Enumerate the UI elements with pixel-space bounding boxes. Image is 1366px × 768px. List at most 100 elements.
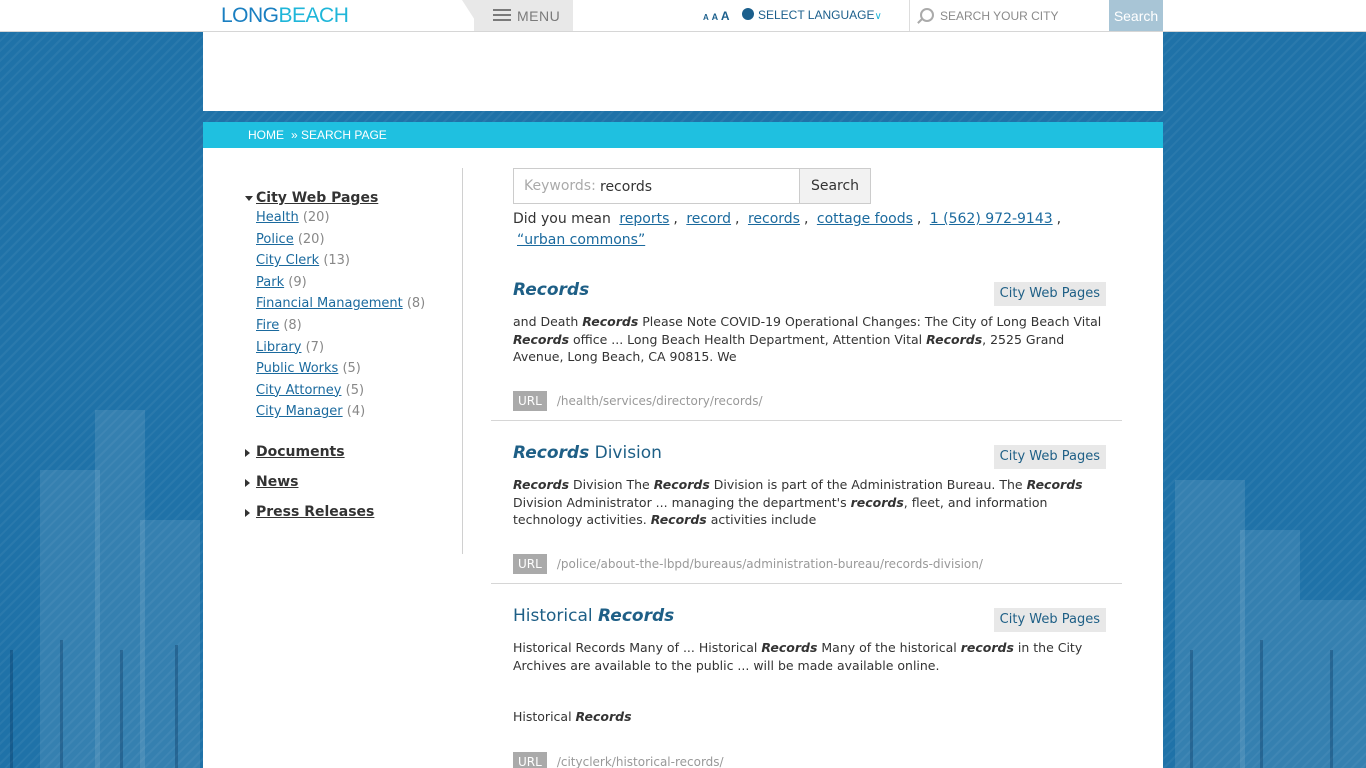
search-result: Records Division City Web Pages Records … — [491, 443, 1122, 584]
facet-item: City Clerk (13) — [256, 253, 350, 269]
suggestion-link[interactable]: “urban commons” — [517, 232, 645, 248]
highlighted-term: records — [960, 640, 1014, 655]
facet-sidebar: City Web Pages Health (20) Police (20) C… — [245, 190, 460, 534]
facet-heading-documents[interactable]: Documents — [245, 444, 460, 460]
highlighted-term: Records — [1026, 477, 1083, 492]
facet-item: Health (20) — [256, 210, 330, 225]
facet-group-news: News — [245, 474, 460, 490]
suggestion-link[interactable]: cottage foods — [817, 211, 913, 227]
sidebar-divider — [462, 168, 463, 554]
result-url-link[interactable]: /cityclerk/historical-records/ — [557, 755, 724, 768]
facet-item: Fire (8) — [256, 317, 302, 333]
result-snippet-secondary: Historical Records — [513, 709, 632, 724]
facet-item: Park (9) — [256, 274, 307, 290]
site-search-input[interactable] — [940, 6, 1105, 26]
result-category-tag[interactable]: City Web Pages — [993, 282, 1106, 306]
result-snippet: and Death Records Please Note COVID-19 O… — [513, 314, 1102, 364]
result-title[interactable]: Records Division — [513, 443, 662, 463]
caret-right-icon — [245, 508, 250, 517]
globe-icon — [742, 8, 754, 20]
result-url: URL/police/about-the-lbpd/bureaus/admini… — [513, 553, 983, 574]
facet-item: City Manager (4) — [256, 404, 366, 420]
long-beach-logo[interactable]: LONGBEACH — [221, 5, 349, 27]
facet-link-city-attorney[interactable]: City Attorney — [256, 383, 341, 398]
result-title[interactable]: Records — [513, 280, 589, 300]
facet-group-city-web-pages: City Web Pages Health (20) Police (20) C… — [245, 190, 460, 424]
url-label: URL — [513, 752, 547, 768]
facet-item: Financial Management (8) — [256, 296, 426, 312]
top-header: LONGBEACH MENU A A A SELECT LANGUAGE∨ Se… — [0, 0, 1366, 32]
highlighted-term: Records — [653, 477, 710, 492]
keyword-search-input[interactable] — [600, 177, 790, 197]
facet-link-health[interactable]: Health — [256, 210, 299, 225]
result-url-link[interactable]: /police/about-the-lbpd/bureaus/administr… — [557, 557, 983, 571]
result-category-tag[interactable]: City Web Pages — [993, 445, 1106, 469]
menu-button[interactable]: MENU — [462, 0, 573, 31]
url-label: URL — [513, 554, 547, 574]
highlighted-term: Records — [650, 512, 707, 527]
result-snippet: Records Division The Records Division is… — [513, 477, 1083, 527]
result-url-link[interactable]: /health/services/directory/records/ — [557, 394, 763, 408]
keyword-search-box: Keywords: — [513, 168, 800, 204]
facet-group-documents: Documents — [245, 444, 460, 460]
search-result: Historical Records City Web Pages Histor… — [491, 606, 1122, 768]
facet-heading-city-web-pages[interactable]: City Web Pages — [245, 190, 460, 206]
facet-item: Police (20) — [256, 231, 325, 247]
highlighted-term: Records — [582, 314, 639, 329]
result-snippet: Historical Records Many of ... Historica… — [513, 640, 1083, 673]
result-category-tag[interactable]: City Web Pages — [993, 608, 1106, 632]
facet-item: City Attorney (5) — [256, 382, 365, 398]
suggestion-link[interactable]: record — [686, 211, 731, 227]
facet-heading-news[interactable]: News — [245, 474, 460, 490]
site-search-button[interactable]: Search — [1109, 0, 1163, 31]
page-banner — [203, 32, 1163, 111]
hamburger-icon — [493, 9, 511, 21]
facet-link-library[interactable]: Library — [256, 340, 301, 355]
facet-group-press-releases: Press Releases — [245, 504, 460, 520]
result-url: URL/health/services/directory/records/ — [513, 390, 763, 411]
font-size-medium[interactable]: A — [712, 12, 719, 22]
suggestion-link[interactable]: reports — [619, 211, 669, 227]
facet-link-park[interactable]: Park — [256, 275, 284, 290]
did-you-mean-label: Did you mean — [513, 211, 611, 227]
highlighted-term: Records — [761, 640, 818, 655]
facet-heading-press-releases[interactable]: Press Releases — [245, 504, 460, 520]
highlighted-term: Records — [513, 331, 570, 347]
language-selector[interactable]: SELECT LANGUAGE∨ — [742, 8, 882, 22]
facet-link-city-clerk[interactable]: City Clerk — [256, 253, 319, 268]
facet-link-public-works[interactable]: Public Works — [256, 361, 338, 376]
suggestion-link[interactable]: records — [748, 211, 800, 227]
menu-label: MENU — [517, 8, 561, 24]
breadcrumb: HOME » SEARCH PAGE — [203, 122, 1163, 148]
suggestion-link[interactable]: 1 (562) 972-9143 — [930, 211, 1053, 227]
highlighted-term: Records — [513, 477, 570, 492]
language-label: SELECT LANGUAGE — [758, 8, 875, 22]
breadcrumb-home[interactable]: HOME — [248, 128, 284, 142]
result-url: URL/cityclerk/historical-records/ — [513, 751, 724, 768]
result-title[interactable]: Historical Records — [513, 606, 674, 626]
breadcrumb-current: » SEARCH PAGE — [291, 128, 387, 142]
caret-down-icon — [245, 196, 253, 201]
caret-right-icon — [245, 478, 250, 487]
did-you-mean: Did you mean reports, record, records, c… — [513, 211, 1062, 248]
main-content: City Web Pages Health (20) Police (20) C… — [203, 148, 1163, 768]
caret-right-icon — [245, 448, 250, 457]
site-search — [909, 0, 1109, 31]
facet-link-police[interactable]: Police — [256, 232, 294, 247]
keyword-search-button[interactable]: Search — [799, 168, 871, 204]
font-size-small[interactable]: A — [703, 13, 709, 22]
highlighted-term: Records — [926, 331, 983, 347]
highlighted-term: records — [850, 494, 904, 510]
keywords-label: Keywords: — [524, 178, 596, 194]
facet-item: Public Works (5) — [256, 361, 361, 377]
facet-link-financial-management[interactable]: Financial Management — [256, 296, 403, 311]
font-size-control[interactable]: A A A — [703, 9, 730, 23]
font-size-large[interactable]: A — [721, 9, 730, 23]
facet-link-city-manager[interactable]: City Manager — [256, 404, 343, 419]
search-icon — [920, 8, 934, 22]
search-result: Records City Web Pages and Death Records… — [491, 280, 1122, 421]
facet-link-fire[interactable]: Fire — [256, 318, 279, 333]
chevron-down-icon: ∨ — [874, 11, 882, 22]
highlighted-term: Records — [575, 709, 632, 724]
facet-item: Library (7) — [256, 339, 325, 355]
